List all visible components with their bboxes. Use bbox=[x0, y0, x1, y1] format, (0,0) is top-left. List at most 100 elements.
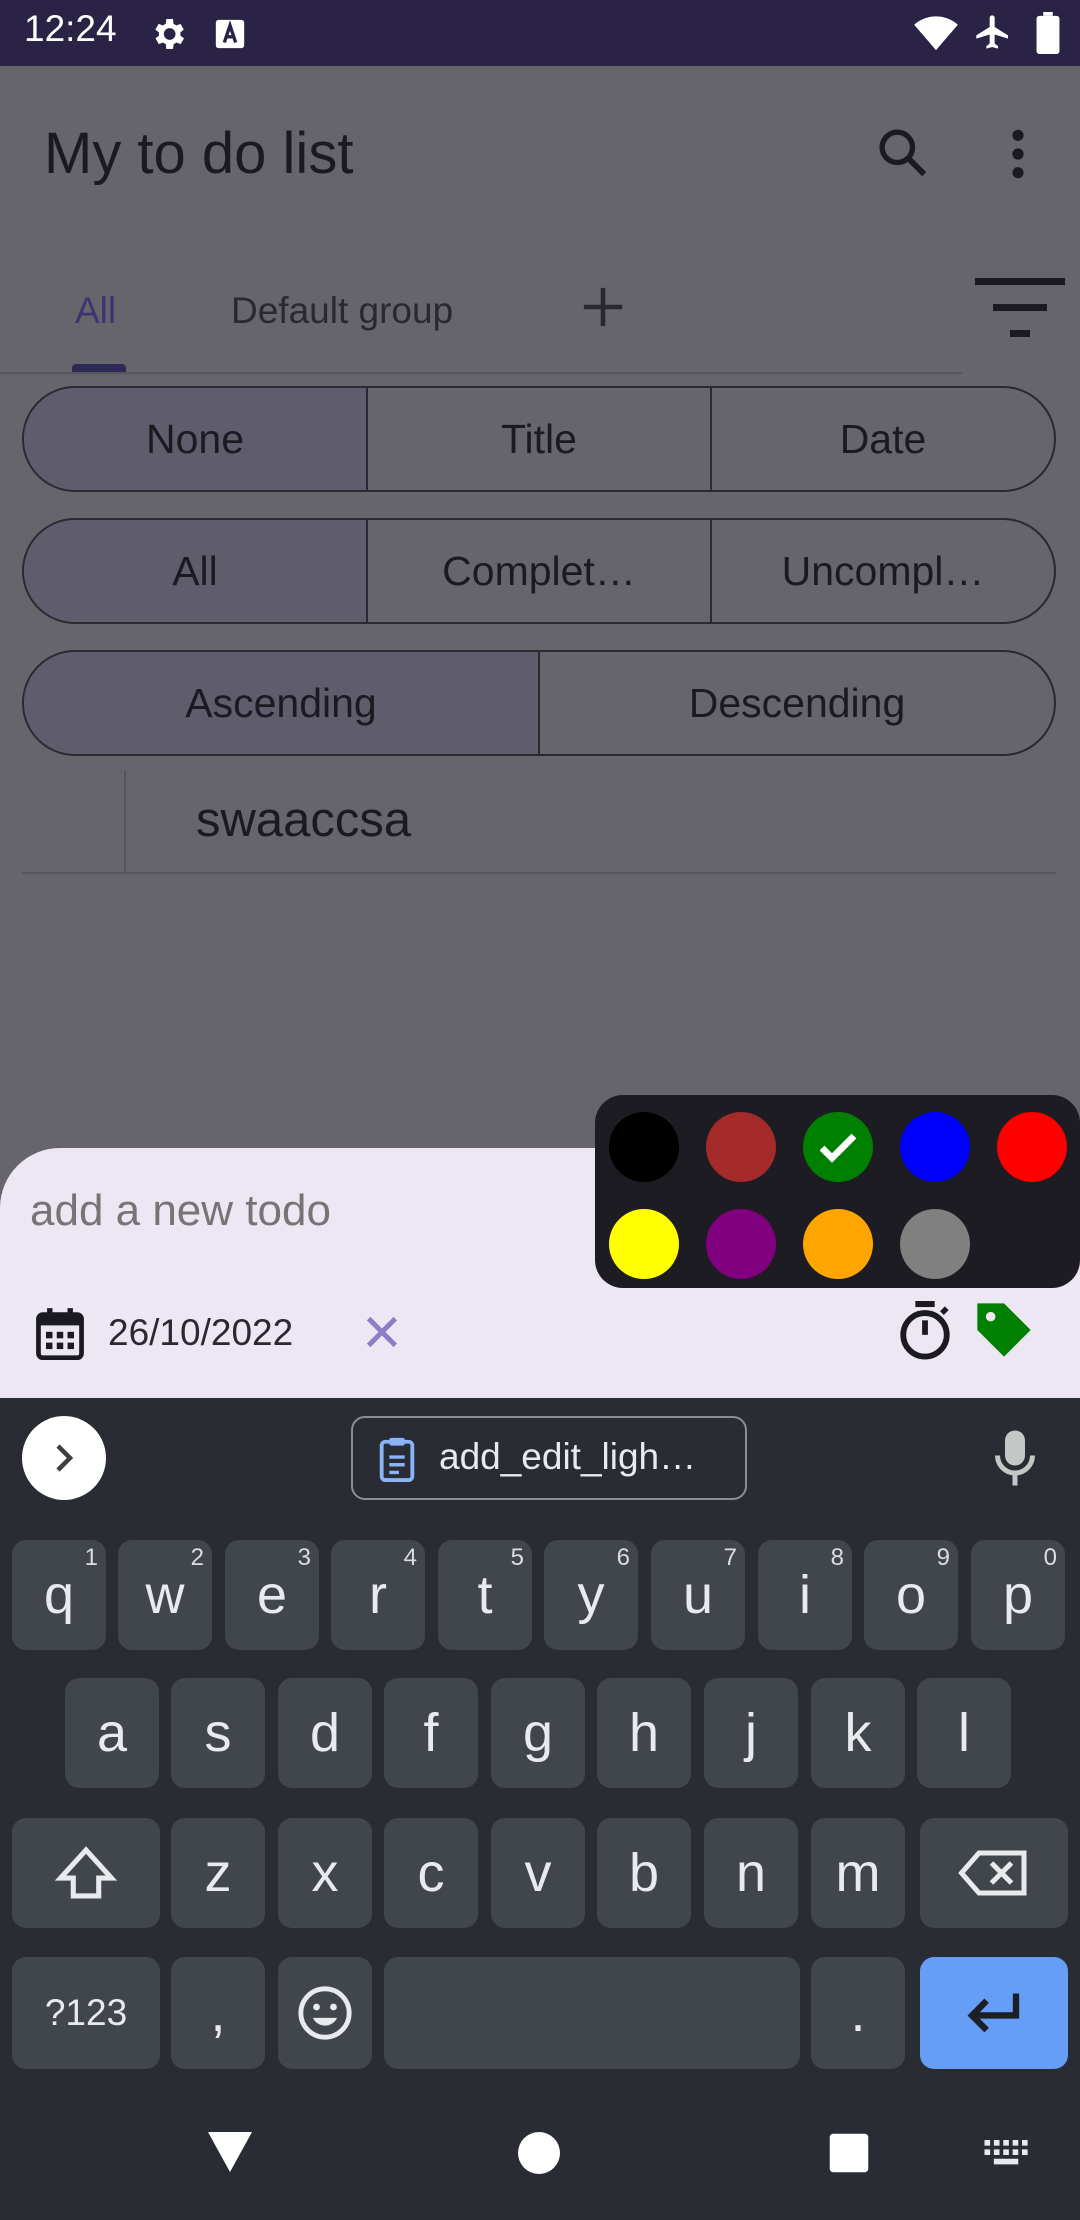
color-swatch-blue[interactable] bbox=[900, 1112, 970, 1182]
key-v[interactable]: v bbox=[491, 1818, 585, 1928]
key-label: u bbox=[682, 1565, 714, 1625]
key-label: h bbox=[628, 1703, 660, 1763]
keyboard-switch-icon[interactable] bbox=[984, 2140, 1030, 2170]
due-date[interactable]: 26/10/2022 bbox=[108, 1312, 293, 1354]
shift-key[interactable] bbox=[12, 1818, 160, 1928]
key-h[interactable]: h bbox=[597, 1678, 691, 1788]
color-swatch-gray[interactable] bbox=[900, 1209, 970, 1279]
key-label: a bbox=[96, 1703, 128, 1763]
key-label: , bbox=[210, 1983, 226, 2043]
soft-keyboard: add_edit_ligh… q1 w2 e3 r4 t5 y6 u7 i8 o… bbox=[0, 1398, 1080, 2088]
calendar-icon[interactable] bbox=[34, 1306, 86, 1362]
keyboard-expand-button[interactable] bbox=[22, 1416, 106, 1500]
key-b[interactable]: b bbox=[597, 1818, 691, 1928]
list-item[interactable]: swaaccsa bbox=[22, 770, 1056, 874]
sort-none-button[interactable]: None bbox=[24, 388, 368, 490]
tab-indicator bbox=[72, 364, 126, 372]
key-x[interactable]: x bbox=[278, 1818, 372, 1928]
key-label: y bbox=[577, 1565, 605, 1625]
new-todo-input[interactable] bbox=[28, 1178, 572, 1244]
recents-icon[interactable] bbox=[828, 2132, 870, 2174]
order-selector: Ascending Descending bbox=[22, 650, 1056, 756]
key-t[interactable]: t5 bbox=[438, 1540, 532, 1650]
key-label: f bbox=[423, 1703, 439, 1763]
key-o[interactable]: o9 bbox=[864, 1540, 958, 1650]
home-icon[interactable] bbox=[518, 2132, 560, 2174]
key-a[interactable]: a bbox=[65, 1678, 159, 1788]
key-z[interactable]: z bbox=[171, 1818, 265, 1928]
symbols-key[interactable]: ?123 bbox=[12, 1957, 160, 2069]
key-j[interactable]: j bbox=[704, 1678, 798, 1788]
enter-icon bbox=[967, 1993, 1020, 2033]
color-swatch-green[interactable] bbox=[803, 1112, 873, 1182]
wifi-icon bbox=[914, 16, 958, 51]
key-c[interactable]: c bbox=[384, 1818, 478, 1928]
key-hint: 8 bbox=[830, 1544, 844, 1571]
color-swatch-orange[interactable] bbox=[803, 1209, 873, 1279]
order-ascending-button[interactable]: Ascending bbox=[24, 652, 540, 754]
clipboard-icon bbox=[379, 1437, 415, 1482]
key-d[interactable]: d bbox=[278, 1678, 372, 1788]
tab-all[interactable]: All bbox=[75, 290, 116, 332]
color-swatch-yellow[interactable] bbox=[609, 1209, 679, 1279]
key-label: g bbox=[522, 1703, 554, 1763]
key-label: o bbox=[895, 1565, 927, 1625]
key-label: n bbox=[735, 1843, 767, 1903]
key-e[interactable]: e3 bbox=[225, 1540, 319, 1650]
back-icon[interactable] bbox=[206, 2130, 254, 2174]
color-swatch-red[interactable] bbox=[997, 1112, 1067, 1182]
keyboard-a-icon bbox=[215, 19, 245, 49]
key-label: v bbox=[524, 1843, 552, 1903]
filter-icon[interactable] bbox=[975, 276, 1065, 340]
filter-completed-button[interactable]: Complet… bbox=[368, 520, 712, 622]
key-r[interactable]: r4 bbox=[331, 1540, 425, 1650]
order-descending-button[interactable]: Descending bbox=[540, 652, 1054, 754]
backspace-icon bbox=[958, 1850, 1027, 1896]
filter-all-button[interactable]: All bbox=[24, 520, 368, 622]
tab-default-group[interactable]: Default group bbox=[231, 290, 453, 332]
key-f[interactable]: f bbox=[384, 1678, 478, 1788]
key-label: i bbox=[799, 1565, 811, 1625]
color-swatch-brown[interactable] bbox=[706, 1112, 776, 1182]
more-vert-icon[interactable] bbox=[1000, 126, 1036, 182]
timer-icon[interactable] bbox=[896, 1298, 954, 1362]
sort-title-button[interactable]: Title bbox=[368, 388, 712, 490]
key-label: d bbox=[309, 1703, 341, 1763]
backspace-key[interactable] bbox=[920, 1818, 1068, 1928]
search-icon[interactable] bbox=[874, 124, 930, 180]
color-swatch-purple[interactable] bbox=[706, 1209, 776, 1279]
key-hint: 0 bbox=[1043, 1544, 1057, 1571]
status-time: 12:24 bbox=[24, 8, 117, 49]
comma-key[interactable]: , bbox=[171, 1957, 265, 2069]
color-picker-popup bbox=[595, 1095, 1080, 1288]
shift-icon bbox=[54, 1846, 118, 1899]
key-w[interactable]: w2 bbox=[118, 1540, 212, 1650]
key-p[interactable]: p0 bbox=[971, 1540, 1065, 1650]
key-g[interactable]: g bbox=[491, 1678, 585, 1788]
enter-key[interactable] bbox=[920, 1957, 1068, 2069]
key-m[interactable]: m bbox=[811, 1818, 905, 1928]
key-k[interactable]: k bbox=[811, 1678, 905, 1788]
key-u[interactable]: u7 bbox=[651, 1540, 745, 1650]
key-q[interactable]: q1 bbox=[12, 1540, 106, 1650]
add-group-icon[interactable] bbox=[580, 284, 626, 330]
clipboard-suggestion-text: add_edit_ligh… bbox=[439, 1436, 697, 1477]
color-swatch-black[interactable] bbox=[609, 1112, 679, 1182]
clear-date-icon[interactable] bbox=[362, 1312, 402, 1352]
tag-icon[interactable] bbox=[972, 1298, 1036, 1362]
clipboard-suggestion[interactable]: add_edit_ligh… bbox=[351, 1416, 747, 1500]
key-label: q bbox=[43, 1565, 75, 1625]
key-n[interactable]: n bbox=[704, 1818, 798, 1928]
period-key[interactable]: . bbox=[811, 1957, 905, 2069]
key-y[interactable]: y6 bbox=[544, 1540, 638, 1650]
key-s[interactable]: s bbox=[171, 1678, 265, 1788]
filter-uncompleted-button[interactable]: Uncompl… bbox=[712, 520, 1054, 622]
key-label: . bbox=[850, 1983, 866, 2043]
sort-date-button[interactable]: Date bbox=[712, 388, 1054, 490]
emoji-key[interactable] bbox=[278, 1957, 372, 2069]
key-i[interactable]: i8 bbox=[758, 1540, 852, 1650]
space-key[interactable] bbox=[384, 1957, 800, 2069]
microphone-icon[interactable] bbox=[990, 1428, 1040, 1488]
navigation-bar bbox=[0, 2088, 1080, 2220]
key-l[interactable]: l bbox=[917, 1678, 1011, 1788]
